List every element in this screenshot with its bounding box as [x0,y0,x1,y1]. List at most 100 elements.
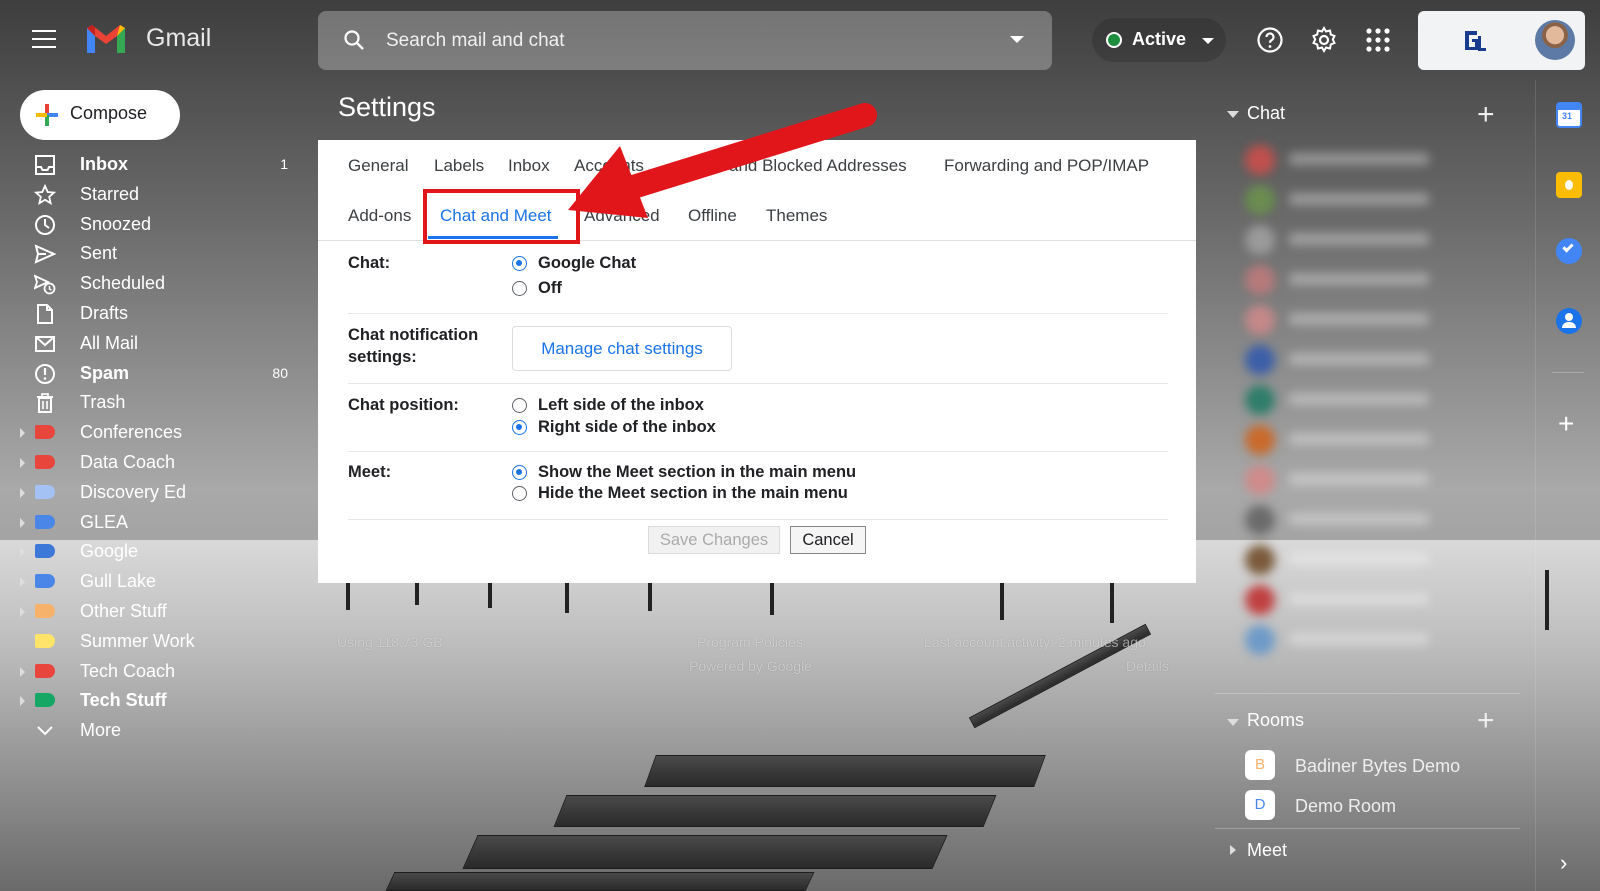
collapse-chat-icon[interactable] [1227,111,1239,118]
radio-selected-icon[interactable] [512,465,527,480]
expand-arrow-icon[interactable] [20,547,25,558]
chat-contact[interactable] [1245,385,1455,415]
powered-by: Powered by Google [689,658,812,674]
expand-arrow-icon[interactable] [20,696,25,707]
contact-avatar [1245,625,1275,655]
tab-general[interactable]: General [348,156,408,176]
sidebar-label-conferences[interactable]: Conferences [0,418,300,448]
calendar-icon[interactable]: 31 [1556,102,1582,128]
search-input[interactable] [386,25,986,57]
tab-forwarding[interactable]: Forwarding and POP/IMAP [944,156,1149,176]
plus-icon [36,104,58,126]
sidebar-item-all-mail[interactable]: All Mail [0,329,300,359]
sidebar-label-gull-lake[interactable]: Gull Lake [0,567,300,597]
sidebar-label-google[interactable]: Google [0,537,300,567]
chat-contact[interactable] [1245,265,1455,295]
compose-button[interactable]: Compose [20,90,180,140]
sidebar-label-data-coach[interactable]: Data Coach [0,448,300,478]
chat-contact[interactable] [1245,225,1455,255]
new-room-icon[interactable]: + [1477,704,1495,738]
compose-label: Compose [70,103,148,123]
chat-contact[interactable] [1245,185,1455,215]
tab-labels[interactable]: Labels [434,156,484,176]
expand-arrow-icon[interactable] [20,517,25,528]
tab-inbox[interactable]: Inbox [508,156,550,176]
status-selector[interactable]: Active [1092,18,1226,62]
settings-gear-icon[interactable] [1310,26,1338,54]
avatar[interactable] [1535,20,1575,60]
sidebar-item-trash[interactable]: Trash [0,388,300,418]
tasks-icon[interactable] [1556,238,1582,264]
cancel-button[interactable]: Cancel [790,526,866,554]
sidebar-label-discovery-ed[interactable]: Discovery Ed [0,478,300,508]
chat-contact[interactable] [1245,305,1455,335]
radio-unselected-icon[interactable] [512,281,527,296]
sidebar-label-tech-stuff[interactable]: Tech Stuff [0,686,300,716]
keep-icon[interactable] [1556,172,1582,198]
chat-contact[interactable] [1245,505,1455,535]
expand-arrow-icon[interactable] [20,666,25,677]
expand-meet-icon[interactable] [1230,845,1236,855]
radio-selected-icon[interactable] [512,420,527,435]
search-bar[interactable] [318,11,1052,70]
apps-grid-icon[interactable] [1364,26,1392,54]
sidebar-item-snoozed[interactable]: Snoozed [0,210,300,240]
sidebar-label-summer-work[interactable]: Summer Work [0,627,300,657]
tab-add-ons[interactable]: Add-ons [348,206,411,226]
expand-arrow-icon[interactable] [20,428,25,439]
setting-label: Chat: [348,254,391,272]
sidebar-item-starred[interactable]: Starred [0,180,300,210]
radio-unselected-icon[interactable] [512,486,527,501]
chat-contact[interactable] [1245,625,1455,655]
sidebar-label-other-stuff[interactable]: Other Stuff [0,597,300,627]
chat-contact[interactable] [1245,145,1455,175]
sidebar-item-inbox[interactable]: Inbox 1 [0,150,300,180]
contact-name [1289,313,1429,325]
storage-usage: Using 118.73 GB [337,634,443,650]
details-link[interactable]: Details [1126,658,1169,674]
manage-chat-settings-button[interactable]: Manage chat settings [512,326,732,371]
meet-section-title[interactable]: Meet [1247,840,1287,861]
sidebar-item-scheduled[interactable]: Scheduled [0,269,300,299]
gmail-wordmark: Gmail [146,24,212,52]
search-icon[interactable] [342,28,366,52]
chat-contact[interactable] [1245,425,1455,455]
option-label: Google Chat [538,254,637,272]
search-options-icon[interactable] [1010,36,1024,43]
expand-arrow-icon[interactable] [20,606,25,617]
sidebar-item-more[interactable]: More [0,716,300,746]
account-area[interactable] [1418,11,1585,70]
new-chat-icon[interactable]: + [1477,98,1495,132]
contacts-icon[interactable] [1556,308,1582,334]
gmail-logo[interactable] [84,22,128,56]
sidebar-label-glea[interactable]: GLEA [0,508,300,538]
expand-arrow-icon[interactable] [20,487,25,498]
save-changes-button[interactable]: Save Changes [648,526,780,554]
divider [1215,828,1520,829]
collapse-rooms-icon[interactable] [1227,719,1239,726]
sidebar-label-tech-coach[interactable]: Tech Coach [0,657,300,687]
chat-contact[interactable] [1245,545,1455,575]
chat-contact[interactable] [1245,465,1455,495]
chevron-right-icon[interactable]: › [1560,850,1567,876]
help-icon[interactable] [1256,26,1284,54]
setting-label: Meet: [348,463,392,481]
expand-arrow-icon[interactable] [20,457,25,468]
pier-plank [553,795,997,827]
contact-avatar [1245,345,1275,375]
sidebar-item-sent[interactable]: Sent [0,239,300,269]
radio-selected-icon[interactable] [512,256,527,271]
program-policies-link[interactable]: Program Policies [697,634,803,650]
chat-contact[interactable] [1245,345,1455,375]
add-addon-icon[interactable]: + [1558,408,1574,440]
sidebar-item-spam[interactable]: Spam 80 [0,359,300,389]
expand-arrow-icon[interactable] [20,577,25,588]
radio-unselected-icon[interactable] [512,398,527,413]
sidebar-item-label: Drafts [80,302,129,323]
main-menu-icon[interactable] [32,30,56,50]
chat-contact[interactable] [1245,585,1455,615]
sidebar-item-label: Scheduled [80,273,166,294]
sidebar-item-drafts[interactable]: Drafts [0,299,300,329]
chat-section-title[interactable]: Chat [1247,103,1285,124]
rooms-section-title[interactable]: Rooms [1247,710,1304,731]
